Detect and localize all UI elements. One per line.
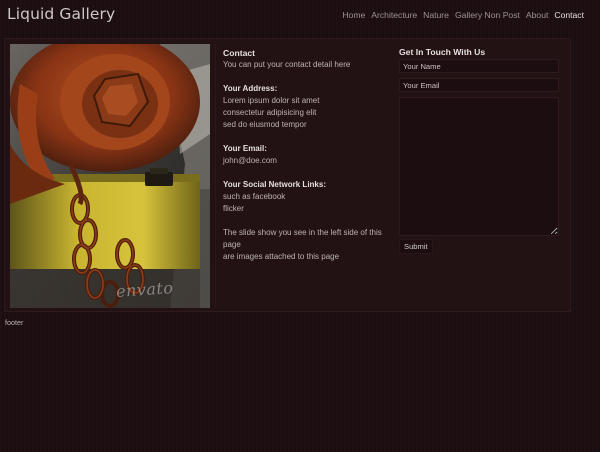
slideshow-note-1: The slide show you see in the left side … — [223, 228, 382, 249]
nav-item-gallery-non-post[interactable]: Gallery Non Post — [455, 10, 520, 20]
slideshow-image: envato — [10, 44, 210, 308]
nav-item-architecture[interactable]: Architecture — [371, 10, 417, 20]
content-panel: envato Contact You can put your contact … — [4, 38, 571, 312]
site-logo[interactable]: Liquid Gallery — [7, 5, 115, 23]
slideshow-note-2: are images attached to this page — [223, 252, 340, 261]
nav-item-contact[interactable]: Contact — [554, 10, 584, 20]
contact-title: Contact — [223, 48, 255, 58]
form-title: Get In Touch With Us — [399, 47, 486, 57]
address-line-2: consectetur adipisicing elit — [223, 108, 317, 117]
contact-form: Get In Touch With Us Submit — [399, 47, 565, 254]
nav-item-home[interactable]: Home — [342, 10, 365, 20]
social-line-1: such as facebook — [223, 192, 286, 201]
email-value: john@doe.com — [223, 156, 277, 165]
main-nav: Home Architecture Nature Gallery Non Pos… — [342, 10, 584, 20]
contact-info: Contact You can put your contact detail … — [223, 47, 393, 263]
email-heading: Your Email: — [223, 144, 267, 153]
social-heading: Your Social Network Links: — [223, 180, 326, 189]
social-line-2: flicker — [223, 204, 244, 213]
message-textarea[interactable] — [399, 97, 559, 236]
email-field[interactable] — [399, 78, 559, 92]
address-line-3: sed do eiusmod tempor — [223, 120, 307, 129]
nav-item-about[interactable]: About — [526, 10, 548, 20]
hydrant-photo — [10, 44, 210, 308]
contact-intro: You can put your contact detail here — [223, 60, 351, 69]
nav-item-nature[interactable]: Nature — [423, 10, 449, 20]
photo-watermark: envato — [115, 278, 175, 301]
submit-button[interactable]: Submit — [399, 239, 433, 254]
column-divider — [215, 44, 216, 308]
footer: footer — [5, 318, 24, 327]
address-line-1: Lorem ipsum dolor sit amet — [223, 96, 320, 105]
name-field[interactable] — [399, 59, 559, 73]
address-heading: Your Address: — [223, 84, 278, 93]
header: Liquid Gallery Home Architecture Nature … — [0, 0, 600, 34]
